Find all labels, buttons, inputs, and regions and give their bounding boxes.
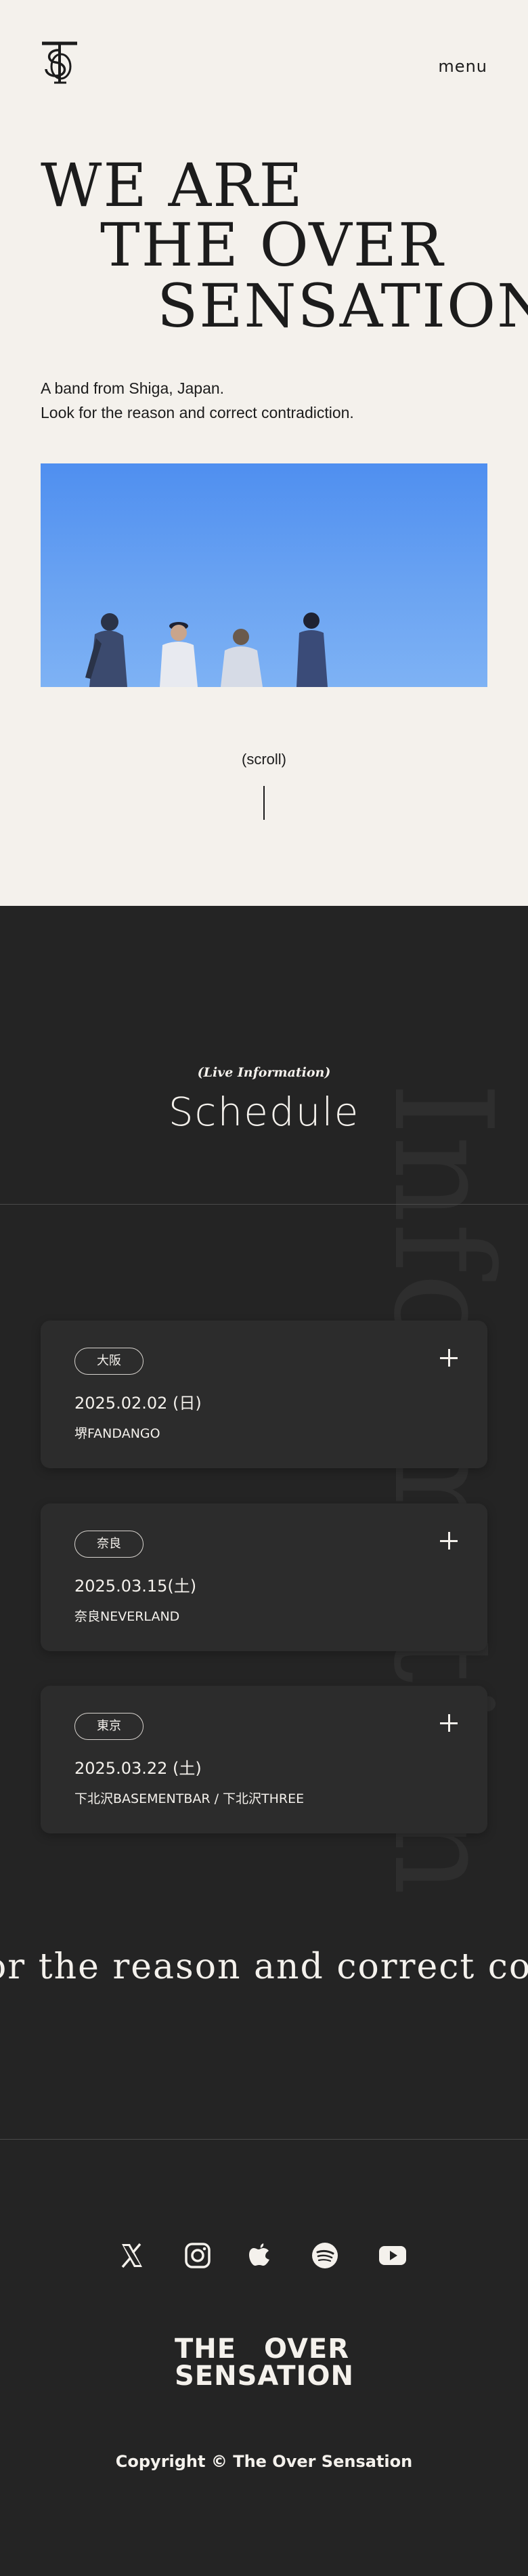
divider [0, 2139, 528, 2140]
x-icon[interactable] [116, 2240, 148, 2271]
youtube-icon[interactable] [377, 2240, 408, 2271]
wordmark-line-1: THE OVER [175, 2333, 350, 2365]
event-venue: 堺FANDANGO [74, 1426, 160, 1441]
expand-plus-icon[interactable] [440, 1532, 458, 1550]
spotify-icon[interactable] [309, 2240, 340, 2271]
event-area-badge: 大阪 [74, 1348, 144, 1375]
tagline: A band from Shiga, Japan. Look for the r… [41, 376, 354, 425]
event-venue: 奈良NEVERLAND [74, 1609, 180, 1624]
event-card[interactable]: 東京 2025.03.22 (土) 下北沢BASEMENTBAR / 下北沢TH… [41, 1686, 487, 1833]
event-venue: 下北沢BASEMENTBAR / 下北沢THREE [74, 1791, 305, 1806]
event-card[interactable]: 奈良 2025.03.15(土) 奈良NEVERLAND [41, 1503, 487, 1651]
social-links [0, 2240, 528, 2271]
tagline-marquee: or the reason and correct contr [0, 1947, 528, 2001]
divider [0, 1204, 528, 1205]
schedule-section: Information (Live Information) Schedule … [0, 906, 528, 2576]
schedule-subhead: (Live Information) [197, 1065, 331, 1080]
scroll-indicator-label: (scroll) [242, 751, 286, 768]
expand-plus-icon[interactable] [440, 1714, 458, 1732]
event-date: 2025.02.02 (日) [74, 1394, 202, 1413]
marquee-text: or the reason and correct contr [0, 1947, 528, 1987]
band-photo [41, 463, 487, 687]
menu-button[interactable]: menu [438, 57, 487, 76]
tagline-line-2: Look for the reason and correct contradi… [41, 404, 354, 421]
event-area-badge: 奈良 [74, 1531, 144, 1558]
apple-music-icon[interactable] [244, 2240, 276, 2271]
event-area-badge: 東京 [74, 1713, 144, 1740]
event-card[interactable]: 大阪 2025.02.02 (日) 堺FANDANGO [41, 1321, 487, 1468]
headline-line-3: SENSATION [157, 271, 528, 341]
event-date: 2025.03.22 (土) [74, 1759, 202, 1778]
headline-line-2: THE OVER [100, 210, 445, 280]
scroll-indicator-line [263, 786, 265, 820]
expand-plus-icon[interactable] [440, 1349, 458, 1367]
hero-section: menu WE ARE THE OVER SENSATION A band fr… [0, 0, 528, 906]
event-date: 2025.03.15(土) [74, 1577, 197, 1596]
instagram-icon[interactable] [182, 2240, 213, 2271]
copyright-text: Copyright © The Over Sensation [115, 2452, 413, 2471]
band-members-illustration [85, 612, 328, 687]
schedule-title: Schedule [168, 1089, 360, 1135]
footer-wordmark[interactable]: THE OVER SENSATION [175, 2335, 357, 2392]
tos-monogram-icon[interactable] [41, 41, 79, 85]
headline-line-1: WE ARE [41, 150, 304, 220]
tagline-line-1: A band from Shiga, Japan. [41, 379, 225, 397]
wordmark-line-2: SENSATION [175, 2361, 354, 2392]
